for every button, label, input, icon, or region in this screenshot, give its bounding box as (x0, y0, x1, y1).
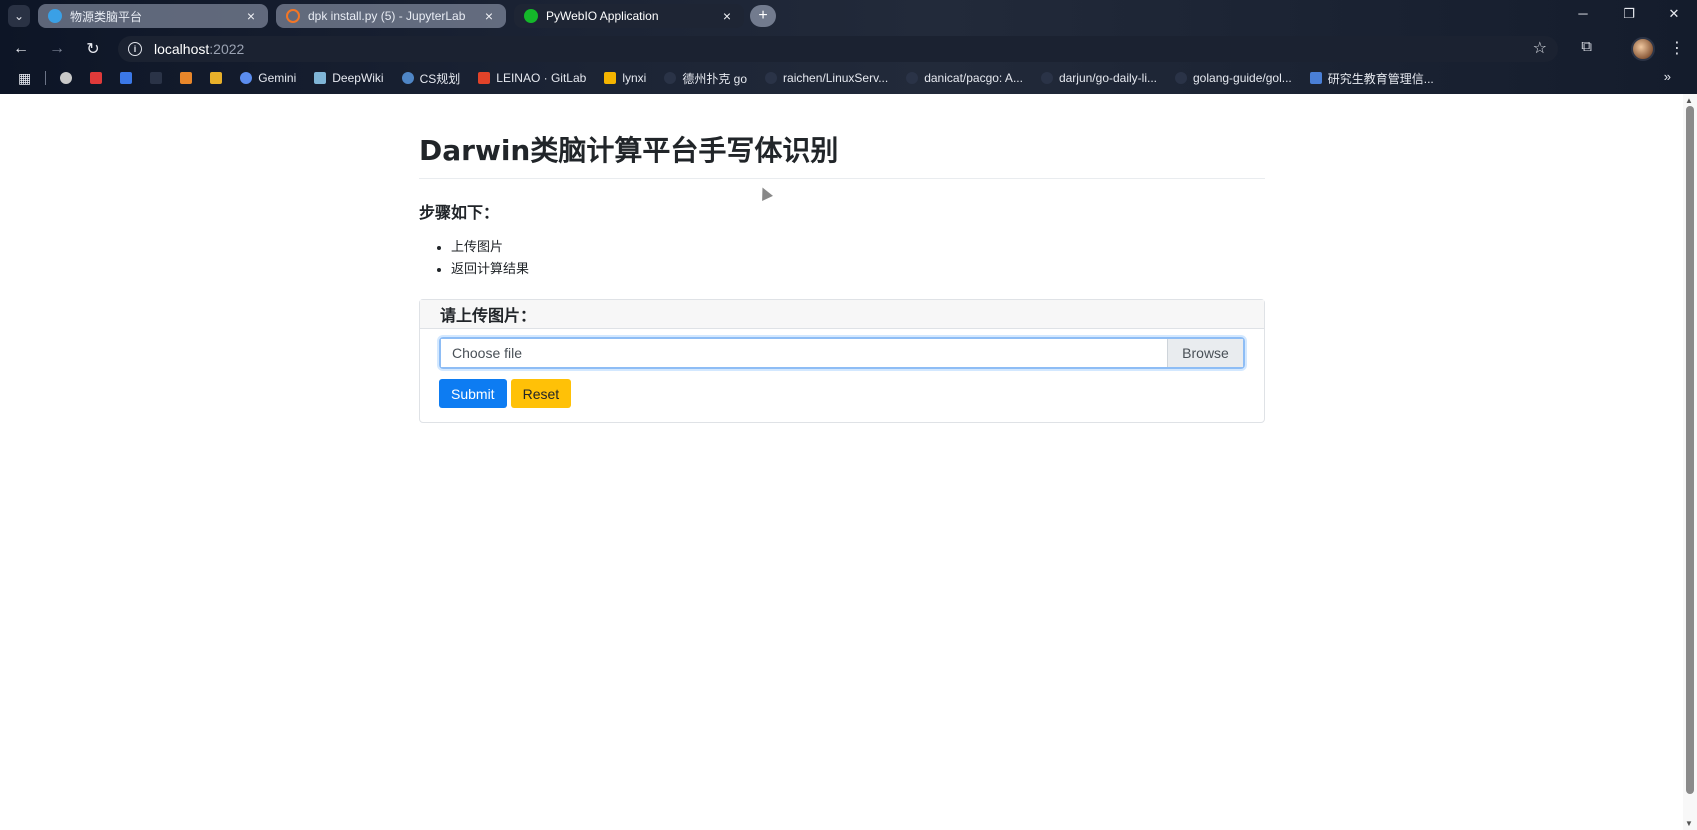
bookmark-favicon-icon (314, 72, 327, 84)
tab-close-icon[interactable]: × (720, 8, 734, 24)
bookmark-favicon-icon (150, 72, 163, 84)
scroll-down-icon[interactable]: ▼ (1685, 819, 1693, 828)
bookmark-pacgo[interactable]: danicat/pacgo: A... (906, 71, 1023, 85)
site-info-icon[interactable]: i (128, 42, 142, 56)
restore-icon[interactable]: ❐ (1619, 6, 1639, 22)
bookmark-lynxi[interactable]: lynxi (604, 71, 646, 85)
bookmark-favicon-icon (120, 72, 133, 84)
back-icon[interactable]: ← (10, 38, 32, 60)
file-input-label[interactable]: Choose file (441, 339, 1167, 367)
tab-strip: ⌄ 物源类脑平台 × dpk install.py (5) - JupyterL… (0, 0, 1697, 32)
bookmark-favicon-icon (180, 72, 193, 84)
tab-favicon-icon (48, 9, 62, 23)
bookmarks-separator (45, 71, 47, 85)
bookmark-item[interactable] (180, 72, 198, 84)
new-tab-button[interactable]: + (750, 5, 776, 27)
bookmark-texas-poker[interactable]: 德州扑克 go (664, 70, 747, 87)
bookmark-gemini[interactable]: Gemini (240, 71, 296, 85)
bookmark-favicon-icon (60, 72, 73, 84)
bookmark-go-daily-lib[interactable]: darjun/go-daily-li... (1040, 71, 1157, 85)
bookmark-star-icon[interactable]: ☆ (1533, 38, 1547, 58)
card-header: 请上传图片： (420, 300, 1264, 329)
bookmarks-overflow-icon[interactable]: » (1664, 69, 1671, 84)
scroll-up-icon[interactable]: ▲ (1685, 96, 1693, 105)
github-icon (906, 72, 919, 84)
file-input[interactable]: Choose file Browse (439, 337, 1245, 369)
bookmark-favicon-icon (90, 72, 103, 84)
bookmark-item[interactable] (210, 72, 228, 84)
scroll-thumb[interactable] (1686, 106, 1694, 794)
browser-chrome: ⌄ 物源类脑平台 × dpk install.py (5) - JupyterL… (0, 0, 1697, 94)
github-icon (1040, 72, 1053, 84)
browse-button[interactable]: Browse (1167, 339, 1243, 367)
bookmark-item[interactable] (120, 72, 138, 84)
vertical-scrollbar[interactable]: ▲ ▼ (1683, 94, 1697, 830)
github-icon (1175, 72, 1187, 84)
bookmark-favicon-icon (1309, 72, 1322, 84)
bookmark-cs-plan[interactable]: CS规划 (401, 70, 460, 87)
profile-avatar[interactable] (1631, 37, 1655, 61)
bookmarks-bar: ▦ Gemini DeepWiki CS规划 LEINAO · GitLab l… (0, 66, 1697, 90)
bookmark-deepwiki[interactable]: DeepWiki (314, 71, 384, 85)
reset-button[interactable]: Reset (510, 379, 572, 408)
page-title: Darwin类脑计算平台手写体识别 (419, 129, 1265, 179)
button-row: Submit Reset (439, 379, 1245, 408)
address-bar[interactable]: i localhost:2022 (118, 36, 1558, 62)
page-content: Darwin类脑计算平台手写体识别 步骤如下： 上传图片 返回计算结果 请上传图… (419, 94, 1265, 423)
url-host: localhost (154, 41, 210, 57)
card-body: Choose file Browse Submit Reset (420, 329, 1264, 422)
steps-heading: 步骤如下： (419, 203, 500, 222)
tab-title: 物源类脑平台 (70, 9, 143, 24)
tab-title: PyWebIO Application (546, 9, 659, 23)
bookmark-gitlab[interactable]: LEINAO · GitLab (478, 71, 586, 85)
tab-jupyterlab[interactable]: dpk install.py (5) - JupyterLab × (276, 4, 506, 28)
github-icon (765, 72, 778, 84)
bookmark-favicon-icon (401, 72, 414, 84)
list-item: 上传图片 (451, 237, 1265, 259)
reload-icon[interactable]: ↻ (82, 38, 104, 60)
bookmark-item[interactable] (90, 72, 108, 84)
github-icon (664, 72, 677, 84)
tab-wuyuan[interactable]: 物源类脑平台 × (38, 4, 268, 28)
list-item: 返回计算结果 (451, 259, 1265, 281)
submit-button[interactable]: Submit (439, 379, 507, 408)
bookmark-item[interactable] (150, 72, 168, 84)
url-port: :2022 (209, 41, 245, 57)
bookmark-grad-edu[interactable]: 研究生教育管理信... (1309, 70, 1434, 87)
bookmark-item[interactable] (60, 72, 78, 84)
tab-search-icon[interactable]: ⌄ (8, 5, 30, 27)
close-window-icon[interactable]: ✕ (1664, 6, 1684, 22)
steps-list: 上传图片 返回计算结果 (419, 237, 1265, 281)
gitlab-icon (478, 72, 491, 84)
minimize-icon[interactable]: ─ (1573, 6, 1593, 21)
browser-toolbar: ← → ↻ i localhost:2022 ☆ ⧉ ⋮ (0, 34, 1697, 64)
extensions-icon[interactable]: ⧉ (1581, 38, 1592, 55)
gemini-sparkle-icon (240, 72, 253, 84)
tab-close-icon[interactable]: × (482, 8, 496, 24)
tab-favicon-icon (524, 9, 538, 23)
tab-favicon-icon (286, 9, 300, 23)
upload-card: 请上传图片： Choose file Browse Submit Reset (419, 299, 1265, 423)
bookmark-linuxserv[interactable]: raichen/LinuxServ... (765, 71, 888, 85)
folder-icon (604, 72, 617, 84)
tab-close-icon[interactable]: × (244, 8, 258, 24)
bookmark-golang-guide[interactable]: golang-guide/gol... (1175, 71, 1292, 85)
forward-icon[interactable]: → (46, 38, 68, 60)
tab-title: dpk install.py (5) - JupyterLab (308, 9, 466, 23)
bookmark-favicon-icon (210, 72, 223, 84)
apps-grid-icon[interactable]: ▦ (18, 70, 31, 87)
tab-pywebio[interactable]: PyWebIO Application × (514, 4, 744, 28)
more-menu-icon[interactable]: ⋮ (1669, 38, 1685, 58)
